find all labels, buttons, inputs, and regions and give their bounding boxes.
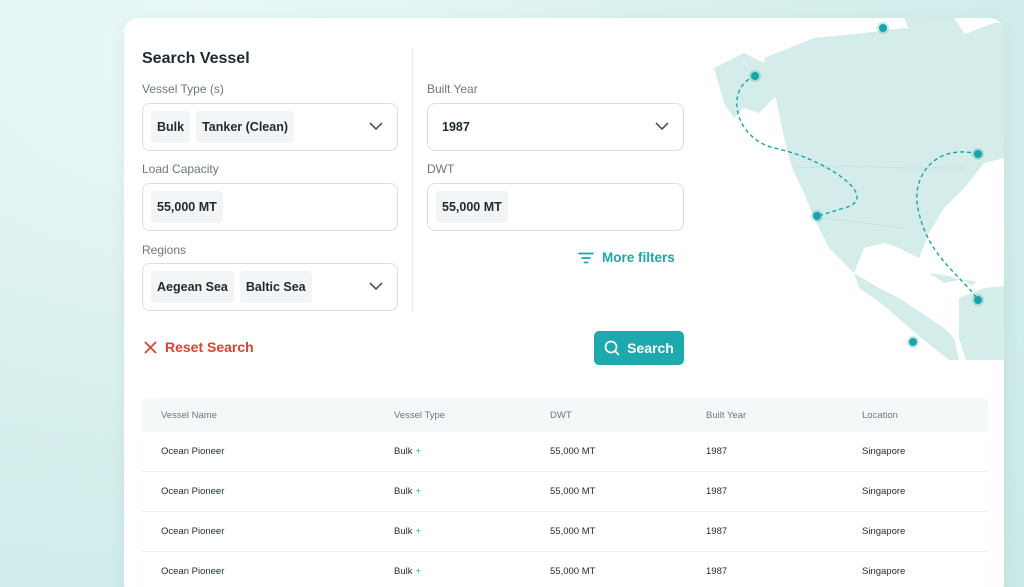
plus-icon[interactable]: + bbox=[415, 526, 421, 537]
vessel-type-label: Vessel Type (s) bbox=[142, 82, 224, 96]
filter-lines-icon bbox=[578, 252, 594, 263]
cell-dwt: 55,000 MT bbox=[550, 566, 596, 577]
dwt-field[interactable]: 55,000 MT bbox=[427, 183, 684, 231]
cell-built-year: 1987 bbox=[706, 446, 728, 457]
cell-vessel-name: Ocean Pioneer bbox=[161, 486, 225, 497]
more-filters-label: More filters bbox=[602, 250, 675, 265]
regions-label: Regions bbox=[142, 243, 187, 257]
route-dot bbox=[751, 72, 759, 80]
built-year-select[interactable]: 1987 bbox=[427, 103, 684, 151]
search-button[interactable]: Search bbox=[594, 331, 684, 365]
region-chip[interactable]: Baltic Sea bbox=[239, 271, 312, 303]
vessel-type-text: Bulk bbox=[394, 526, 413, 537]
route-dot bbox=[974, 150, 982, 158]
column-header-dwt[interactable]: DWT bbox=[531, 410, 687, 421]
cell-dwt: 55,000 MT bbox=[550, 526, 596, 537]
vessel-type-text: Bulk bbox=[394, 446, 413, 457]
cell-built-year: 1987 bbox=[706, 526, 728, 537]
more-filters-button[interactable]: More filters bbox=[578, 250, 675, 265]
cell-vessel-type: Bulk + bbox=[375, 486, 531, 497]
region-chip[interactable]: Aegean Sea bbox=[151, 271, 234, 303]
route-map bbox=[714, 18, 1004, 360]
load-capacity-value: 55,000 MT bbox=[151, 191, 223, 223]
table-row[interactable]: Ocean Pioneer Bulk + 55,000 MT 1987 Singa… bbox=[142, 432, 988, 472]
vessel-table: Vessel Name Vessel Type DWT Built Year L… bbox=[142, 398, 988, 587]
vessel-type-chip[interactable]: Tanker (Clean) bbox=[196, 111, 294, 143]
dwt-value: 55,000 MT bbox=[436, 191, 508, 223]
route-dot bbox=[974, 296, 982, 304]
plus-icon[interactable]: + bbox=[415, 446, 421, 457]
plus-icon[interactable]: + bbox=[415, 566, 421, 577]
cell-dwt: 55,000 MT bbox=[550, 486, 596, 497]
cell-built-year: 1987 bbox=[706, 486, 728, 497]
column-header-location[interactable]: Location bbox=[843, 410, 988, 421]
cell-vessel-type: Bulk + bbox=[375, 566, 531, 577]
search-icon bbox=[604, 340, 620, 356]
cell-built-year: 1987 bbox=[706, 566, 728, 577]
route-dot bbox=[879, 24, 887, 32]
table-row[interactable]: Ocean Pioneer Bulk + 55,000 MT 1987 Singa… bbox=[142, 552, 988, 587]
page-title: Search Vessel bbox=[142, 50, 250, 67]
cell-location: Singapore bbox=[862, 446, 906, 457]
vessel-type-chip[interactable]: Bulk bbox=[151, 111, 191, 143]
search-button-label: Search bbox=[627, 340, 674, 356]
column-header-vessel-type[interactable]: Vessel Type bbox=[375, 410, 531, 421]
cell-vessel-name: Ocean Pioneer bbox=[161, 446, 225, 457]
cell-location: Singapore bbox=[862, 486, 906, 497]
reset-search-button[interactable]: Reset Search bbox=[144, 339, 254, 355]
table-header: Vessel Name Vessel Type DWT Built Year L… bbox=[142, 398, 988, 432]
cell-location: Singapore bbox=[862, 566, 906, 577]
chevron-down-icon bbox=[369, 282, 383, 291]
dwt-label: DWT bbox=[427, 162, 455, 176]
load-capacity-field[interactable]: 55,000 MT bbox=[142, 183, 398, 231]
cell-vessel-name: Ocean Pioneer bbox=[161, 566, 225, 577]
cell-vessel-type: Bulk + bbox=[375, 446, 531, 457]
cell-location: Singapore bbox=[862, 526, 906, 537]
map-land-north bbox=[764, 23, 1004, 273]
load-capacity-label: Load Capacity bbox=[142, 162, 219, 176]
map-land-islands bbox=[929, 273, 976, 286]
reset-search-label: Reset Search bbox=[165, 339, 254, 355]
table-row[interactable]: Ocean Pioneer Bulk + 55,000 MT 1987 Singa… bbox=[142, 472, 988, 512]
search-vessel-card: Search Vessel Vessel Type (s) Bulk Tanke… bbox=[124, 18, 1004, 587]
cell-vessel-type: Bulk + bbox=[375, 526, 531, 537]
route-dot bbox=[813, 212, 821, 220]
column-divider bbox=[412, 48, 413, 312]
route-dot bbox=[909, 338, 917, 346]
vessel-type-select[interactable]: Bulk Tanker (Clean) bbox=[142, 103, 398, 151]
vessel-type-text: Bulk bbox=[394, 566, 413, 577]
map-land-central bbox=[854, 273, 959, 360]
column-header-built-year[interactable]: Built Year bbox=[687, 410, 843, 421]
close-icon bbox=[144, 341, 157, 353]
built-year-label: Built Year bbox=[427, 82, 478, 96]
cell-dwt: 55,000 MT bbox=[550, 446, 596, 457]
cell-vessel-name: Ocean Pioneer bbox=[161, 526, 225, 537]
regions-select[interactable]: Aegean Sea Baltic Sea bbox=[142, 263, 398, 311]
chevron-down-icon bbox=[655, 122, 669, 131]
plus-icon[interactable]: + bbox=[415, 486, 421, 497]
vessel-type-text: Bulk bbox=[394, 486, 413, 497]
table-row[interactable]: Ocean Pioneer Bulk + 55,000 MT 1987 Singa… bbox=[142, 512, 988, 552]
built-year-value: 1987 bbox=[442, 120, 470, 134]
column-header-vessel-name[interactable]: Vessel Name bbox=[142, 410, 375, 421]
chevron-down-icon bbox=[369, 122, 383, 131]
